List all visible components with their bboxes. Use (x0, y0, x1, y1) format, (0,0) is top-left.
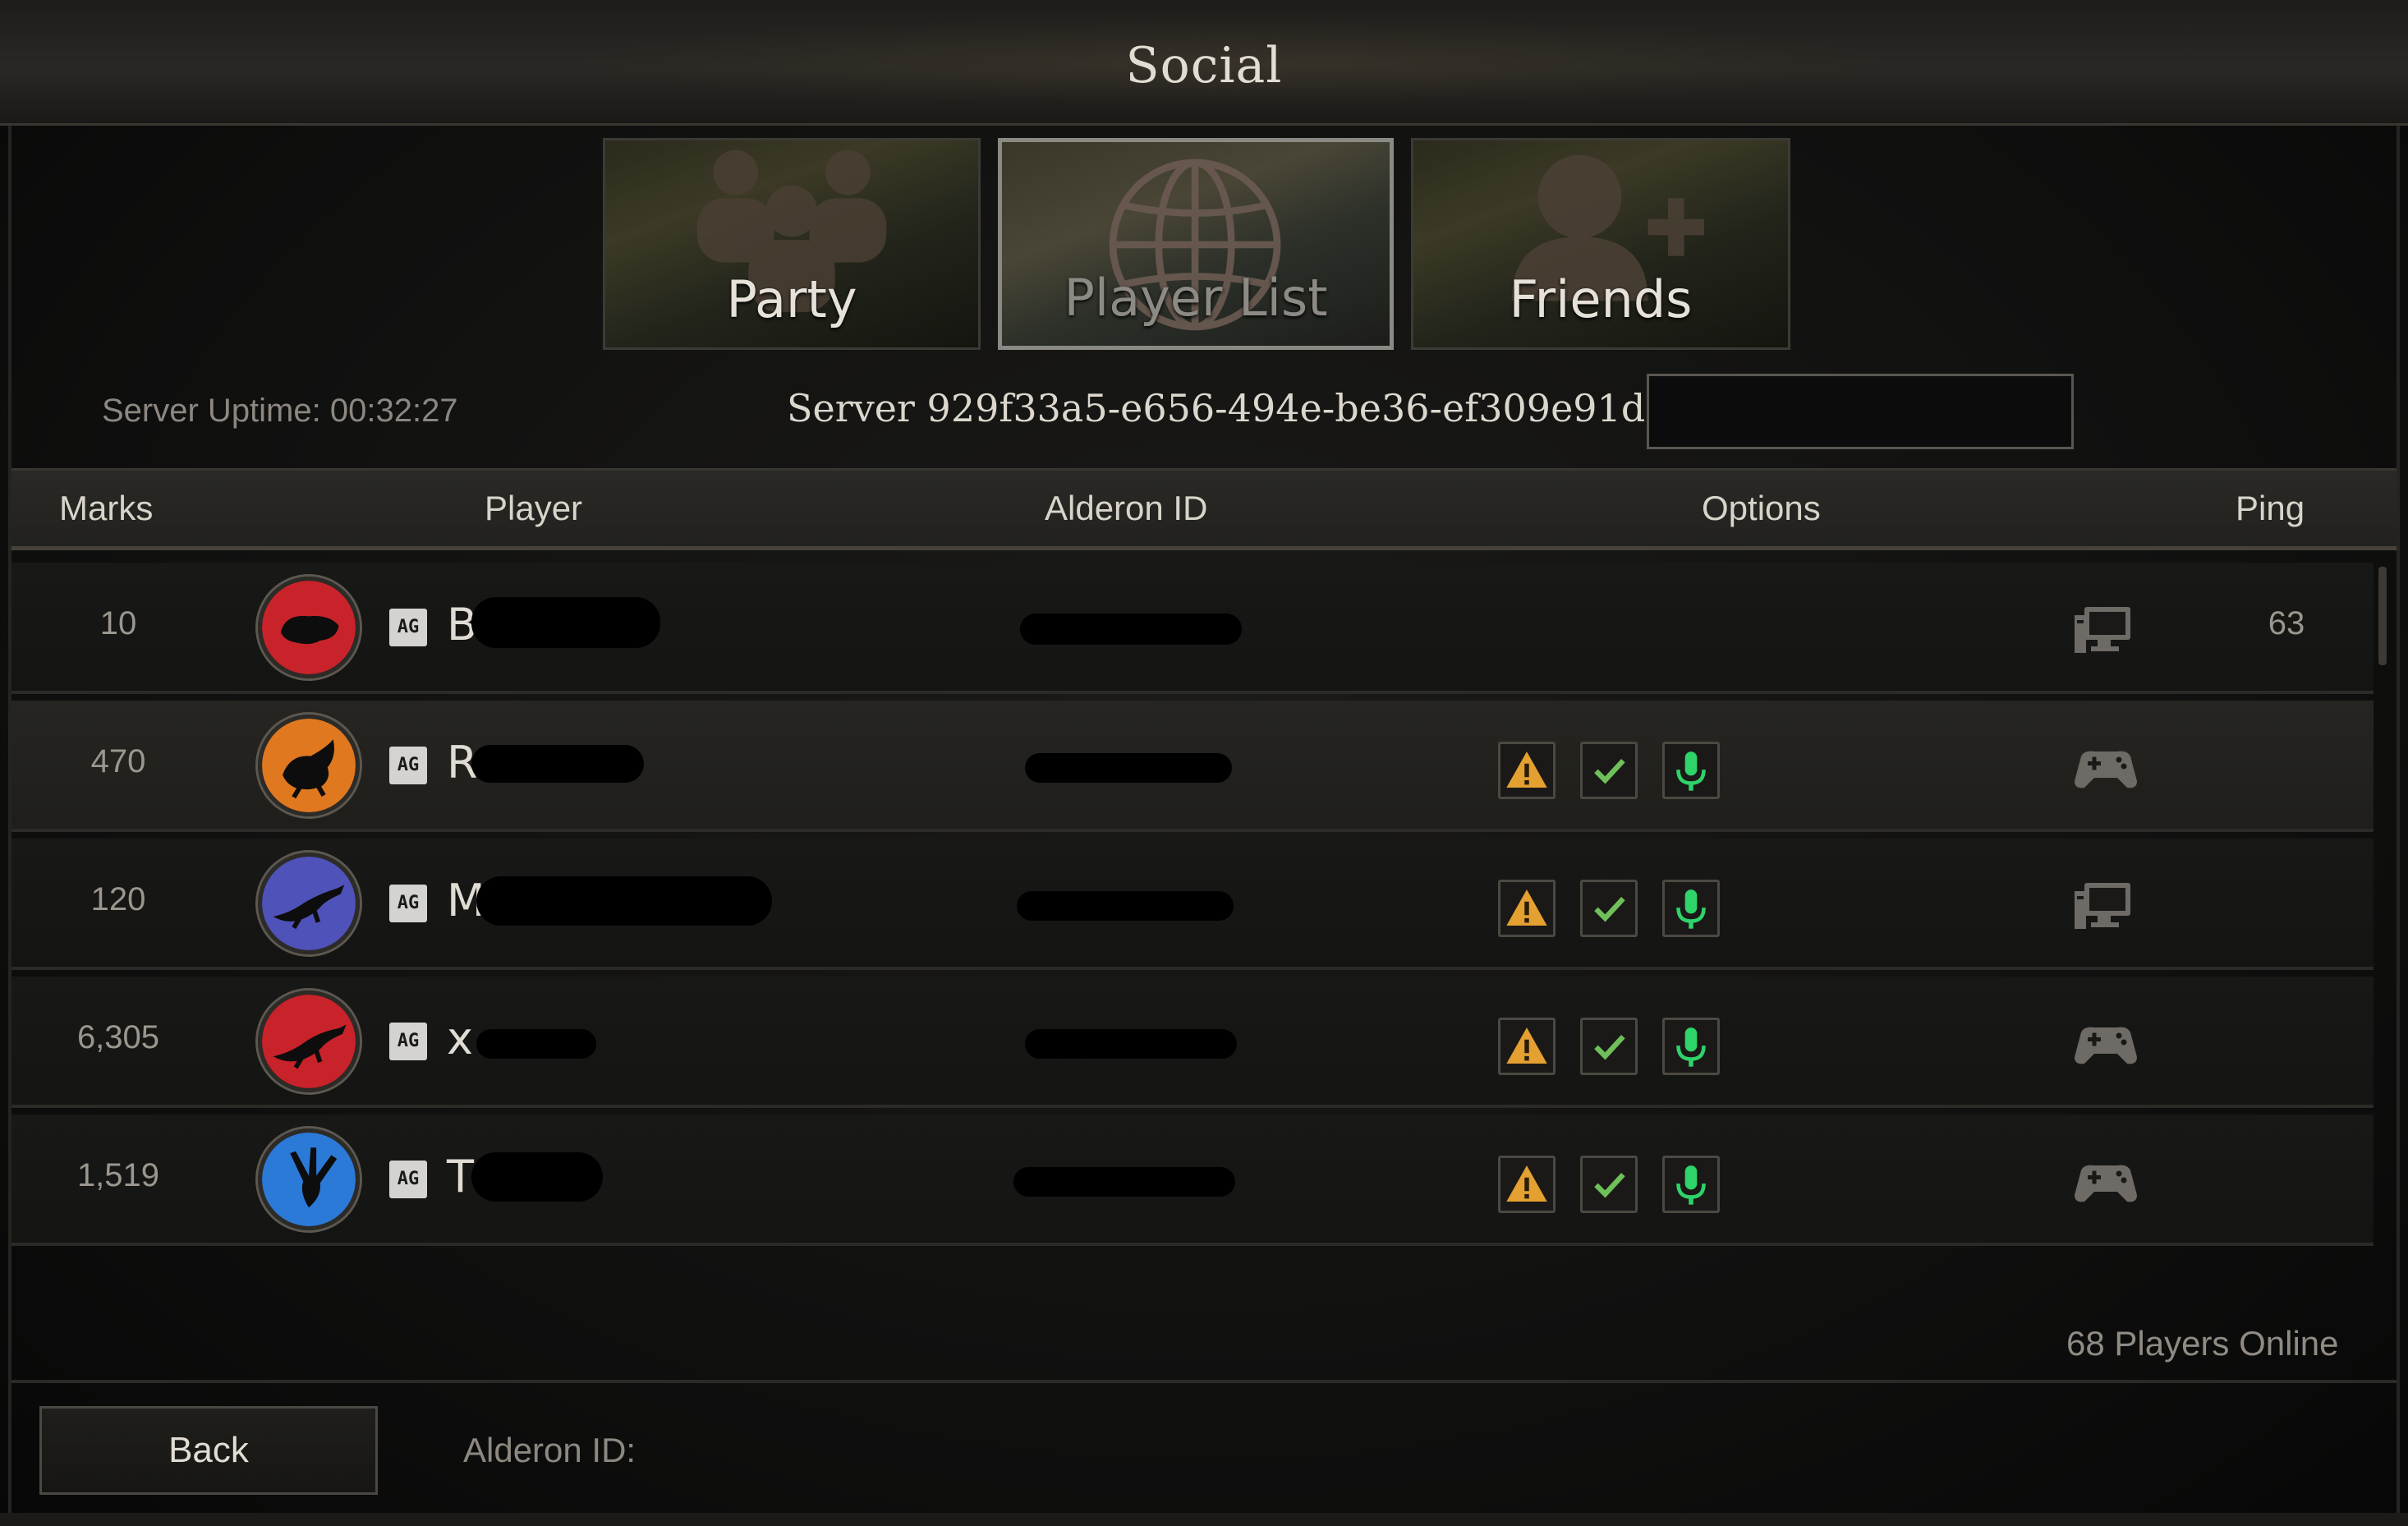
footprint-icon (262, 1133, 356, 1226)
creature-icon (262, 995, 356, 1088)
avatar (258, 715, 360, 816)
table-header: Marks Player Alderon ID Options Ping (11, 468, 2397, 550)
avatar (258, 853, 360, 954)
avatar (258, 1128, 360, 1230)
column-header-alderon-id: Alderon ID (1045, 489, 1208, 527)
controller-icon (2073, 1156, 2139, 1208)
platform-badge: AG (389, 747, 427, 784)
redacted-player-name (476, 1029, 596, 1059)
creature-icon (262, 719, 356, 812)
table-row[interactable]: 470 AG R (11, 701, 2374, 832)
window-title: Social (1125, 37, 1283, 94)
table-row[interactable]: 10 AG B 63 (11, 563, 2374, 694)
redacted-alderon-id (1020, 614, 1242, 645)
pc-icon (2073, 880, 2139, 932)
redacted-alderon-id (1013, 1167, 1235, 1197)
redacted-alderon-id (1017, 891, 1234, 921)
mute-voice-button[interactable] (1662, 1156, 1720, 1213)
ping-value: 63 (2268, 605, 2305, 641)
title-bar: Social (0, 0, 2408, 126)
check-icon (1594, 758, 1625, 784)
warning-icon (1506, 889, 1547, 926)
alderon-id-label: Alderon ID: (463, 1431, 636, 1469)
social-screen: Social Party Player List Friends Server … (0, 0, 2408, 1526)
tab-label-player-list: Player List (1064, 268, 1328, 328)
marks-value: 10 (99, 605, 137, 641)
search-input[interactable] (1647, 374, 2074, 449)
microphone-icon (1676, 752, 1706, 791)
server-name: Server 929f33a5-e656-494e-be36-ef309e91d… (787, 386, 1716, 430)
marks-value: 120 (90, 881, 146, 917)
platform-badge: AG (389, 885, 427, 922)
warning-icon (1506, 1165, 1547, 1202)
pc-icon (2073, 604, 2139, 656)
tab-label-party: Party (726, 269, 857, 329)
scrollbar[interactable] (2378, 567, 2387, 665)
table-row[interactable]: 6,305 AG x (11, 977, 2374, 1108)
microphone-icon (1676, 889, 1706, 929)
warning-icon (1506, 752, 1547, 788)
mute-voice-button[interactable] (1662, 742, 1720, 799)
platform-badge: AG (389, 609, 427, 646)
marks-value: 470 (90, 743, 146, 779)
server-uptime: Server Uptime: 00:32:27 (102, 393, 458, 429)
accept-button[interactable] (1580, 742, 1638, 799)
warning-icon (1506, 1027, 1547, 1064)
mute-voice-button[interactable] (1662, 880, 1720, 937)
marks-value: 6,305 (76, 1019, 160, 1055)
table-row[interactable]: 1,519 AG T (11, 1115, 2374, 1246)
check-icon (1594, 1034, 1625, 1060)
accept-button[interactable] (1580, 1018, 1638, 1075)
mute-voice-button[interactable] (1662, 1018, 1720, 1075)
redacted-alderon-id (1025, 1029, 1237, 1059)
player-name[interactable]: x (447, 1013, 473, 1064)
bottom-strip (0, 1513, 2408, 1526)
avatar (258, 991, 360, 1092)
accept-button[interactable] (1580, 1156, 1638, 1213)
tab-player-list[interactable]: Player List (998, 138, 1394, 350)
column-header-options: Options (1702, 489, 1821, 527)
tab-label-friends: Friends (1509, 269, 1693, 329)
tab-friends[interactable]: Friends (1411, 138, 1790, 350)
column-header-player: Player (485, 489, 583, 527)
redacted-player-name (471, 745, 644, 783)
creature-icon (262, 857, 356, 950)
platform-badge: AG (389, 1023, 427, 1060)
redacted-player-name (476, 876, 772, 926)
divider (11, 1380, 2397, 1383)
check-icon (1594, 896, 1625, 922)
check-icon (1594, 1172, 1625, 1198)
platform-badge: AG (389, 1161, 427, 1198)
controller-icon (2073, 1018, 2139, 1070)
microphone-icon (1676, 1027, 1706, 1067)
tab-party[interactable]: Party (603, 138, 981, 350)
accept-button[interactable] (1580, 880, 1638, 937)
redacted-alderon-id (1025, 753, 1232, 783)
redacted-player-name (471, 597, 660, 648)
redacted-player-name (471, 1152, 603, 1202)
column-header-marks: Marks (59, 489, 154, 527)
table-row[interactable]: 120 AG M (11, 839, 2374, 970)
back-button[interactable]: Back (39, 1406, 378, 1495)
controller-icon (2073, 742, 2139, 794)
creature-icon (262, 581, 356, 674)
column-header-ping: Ping (2236, 489, 2305, 527)
microphone-icon (1676, 1165, 1706, 1205)
report-button[interactable] (1498, 742, 1556, 799)
avatar (258, 577, 360, 678)
report-button[interactable] (1498, 1018, 1556, 1075)
report-button[interactable] (1498, 880, 1556, 937)
player-name[interactable]: T (447, 1151, 474, 1202)
marks-value: 1,519 (76, 1157, 160, 1193)
report-button[interactable] (1498, 1156, 1556, 1213)
players-online-count: 68 Players Online (2066, 1324, 2339, 1363)
